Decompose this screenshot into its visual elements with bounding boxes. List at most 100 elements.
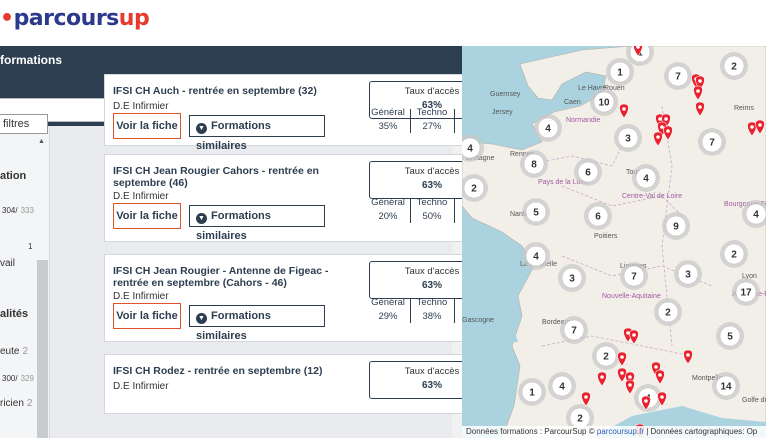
- map-cluster[interactable]: 2: [654, 298, 682, 326]
- bac-stat-label: Général: [371, 107, 405, 118]
- bac-stat-value: 35%: [378, 121, 398, 132]
- cluster-count: 2: [731, 250, 737, 261]
- map-cluster[interactable]: 4: [632, 164, 660, 192]
- cluster-count: 7: [571, 326, 577, 337]
- top-bar: •parcoursup: [0, 0, 766, 46]
- map-canvas[interactable]: GuernseyJerseyLe HavreRouenCaenNormandie…: [462, 46, 766, 438]
- map-cluster[interactable]: 7: [664, 62, 692, 90]
- scroll-up-icon[interactable]: ▲: [38, 138, 45, 145]
- map-marker-dot: [620, 355, 624, 359]
- map-attribution: Données formations : ParcourSup © parcou…: [462, 426, 766, 438]
- coast-sea-bay: [462, 276, 518, 346]
- filter-item[interactable]: vail: [0, 258, 15, 269]
- map-marker-dot: [654, 365, 658, 369]
- map-cluster[interactable]: 3: [614, 124, 642, 152]
- map-cluster[interactable]: 1: [606, 58, 634, 86]
- view-sheet-button[interactable]: Voir la fiche: [113, 303, 181, 329]
- formation-title[interactable]: IFSI CH Jean Rougier Cahors - rentrée en…: [113, 165, 353, 189]
- logo-text-a: parcours: [13, 6, 120, 31]
- cluster-count: 9: [673, 222, 679, 233]
- map-label: Guernsey: [490, 91, 521, 98]
- map[interactable]: Guernsey Jersey Le Havre Rouen Caen Normandie…: [462, 46, 766, 438]
- map-cluster[interactable]: 3: [674, 260, 702, 288]
- bac-stat-value: 38%: [422, 311, 442, 322]
- cluster-count: 3: [625, 134, 631, 145]
- cluster-count: 5: [533, 208, 539, 219]
- map-cluster[interactable]: 14: [712, 372, 740, 400]
- filter-item[interactable]: alités: [0, 308, 28, 320]
- map-cluster[interactable]: 2: [720, 240, 748, 268]
- cluster-count: 4: [753, 210, 759, 221]
- access-rate-box: Taux d'accès63%?: [369, 161, 462, 199]
- formation-title[interactable]: IFSI CH Rodez - rentrée en septembre (12…: [113, 365, 353, 377]
- map-cluster[interactable]: 4: [522, 242, 550, 270]
- filters-button[interactable]: filtres: [0, 114, 48, 134]
- cluster-count: 6: [585, 168, 591, 179]
- similar-formations-button[interactable]: ▼ Formations similaires: [189, 305, 325, 342]
- filter-item[interactable]: ation: [0, 170, 26, 182]
- map-cluster[interactable]: 9: [662, 212, 690, 240]
- map-cluster[interactable]: 5: [716, 322, 744, 350]
- map-cluster[interactable]: 2: [592, 342, 620, 370]
- cluster-count: 7: [709, 138, 715, 149]
- formation-subtitle: D.E Infirmier: [113, 191, 169, 202]
- map-label: Normandie: [566, 117, 600, 124]
- map-cluster[interactable]: 4: [548, 372, 576, 400]
- filters-sidebar: filtres ▲ ation 304/333 1 vail alités eute 2 30…: [0, 114, 50, 438]
- chevron-down-icon: ▼: [196, 123, 207, 134]
- cluster-count: 5: [727, 332, 733, 343]
- cluster-count: 4: [467, 144, 473, 155]
- similar-formations-button[interactable]: ▼ Formations similaires: [189, 115, 325, 152]
- cluster-count: 7: [675, 72, 681, 83]
- logo-text-b: up: [118, 6, 150, 31]
- view-sheet-button[interactable]: Voir la fiche: [113, 203, 181, 229]
- filter-item[interactable]: 300/329: [2, 374, 34, 383]
- parcoursup-logo[interactable]: •parcoursup: [0, 6, 150, 31]
- map-cluster[interactable]: 7: [698, 128, 726, 156]
- view-sheet-button[interactable]: Voir la fiche: [113, 113, 181, 139]
- bac-stat-general: Général 20%: [367, 197, 409, 222]
- cluster-count: 8: [531, 160, 537, 171]
- bac-stat-value: 30%: [455, 212, 462, 223]
- similar-formations-label: Formations similaires: [196, 120, 271, 152]
- bac-stat-general: Général 35%: [367, 107, 409, 132]
- map-cluster[interactable]: 8: [520, 150, 548, 178]
- map-cluster[interactable]: 3: [558, 264, 586, 292]
- filter-item[interactable]: ricien 2: [0, 398, 32, 409]
- formation-title[interactable]: IFSI CH Auch - rentrée en septembre (32): [113, 85, 353, 97]
- map-marker-dot: [644, 399, 648, 403]
- attribution-link[interactable]: parcoursup.fr: [597, 427, 644, 436]
- map-marker-dot: [622, 107, 626, 111]
- filters-scrollbar[interactable]: [37, 260, 48, 438]
- formation-card[interactable]: IFSI CH Rodez - rentrée en septembre (12…: [104, 354, 462, 414]
- map-cluster[interactable]: 2: [720, 52, 748, 80]
- filter-label: ation: [0, 170, 27, 182]
- map-label: Jersey: [492, 109, 513, 116]
- filter-item[interactable]: 1: [28, 242, 32, 251]
- map-cluster[interactable]: 17: [732, 278, 760, 306]
- map-marker-dot: [660, 395, 664, 399]
- map-cluster[interactable]: 4: [534, 114, 562, 142]
- map-marker-dot: [686, 353, 690, 357]
- bac-stat-general: Général 29%: [367, 297, 409, 322]
- map-cluster[interactable]: 10: [590, 88, 618, 116]
- map-marker-dot: [698, 79, 702, 83]
- cluster-count: 6: [595, 212, 601, 223]
- formation-card[interactable]: IFSI CH Jean Rougier - Antenne de Figeac…: [104, 254, 462, 342]
- map-cluster[interactable]: 6: [574, 158, 602, 186]
- map-cluster[interactable]: 6: [584, 202, 612, 230]
- formation-card[interactable]: IFSI CH Jean Rougier Cahors - rentrée en…: [104, 154, 462, 242]
- bac-stat-value: 27%: [422, 121, 442, 132]
- formation-title[interactable]: IFSI CH Jean Rougier - Antenne de Figeac…: [113, 265, 353, 289]
- map-cluster[interactable]: 1: [518, 378, 546, 406]
- map-cluster[interactable]: 7: [620, 262, 648, 290]
- filter-label: ricien: [0, 398, 24, 409]
- formation-card[interactable]: IFSI CH Auch - rentrée en septembre (32)…: [104, 74, 462, 152]
- bac-stat-techno: Techno 38%: [411, 297, 453, 322]
- map-cluster[interactable]: 5: [522, 198, 550, 226]
- filter-item[interactable]: eute 2: [0, 346, 28, 357]
- similar-formations-button[interactable]: ▼ Formations similaires: [189, 205, 325, 242]
- map-cluster[interactable]: 7: [560, 316, 588, 344]
- filter-item[interactable]: 304/333: [2, 206, 34, 215]
- map-marker-dot: [584, 395, 588, 399]
